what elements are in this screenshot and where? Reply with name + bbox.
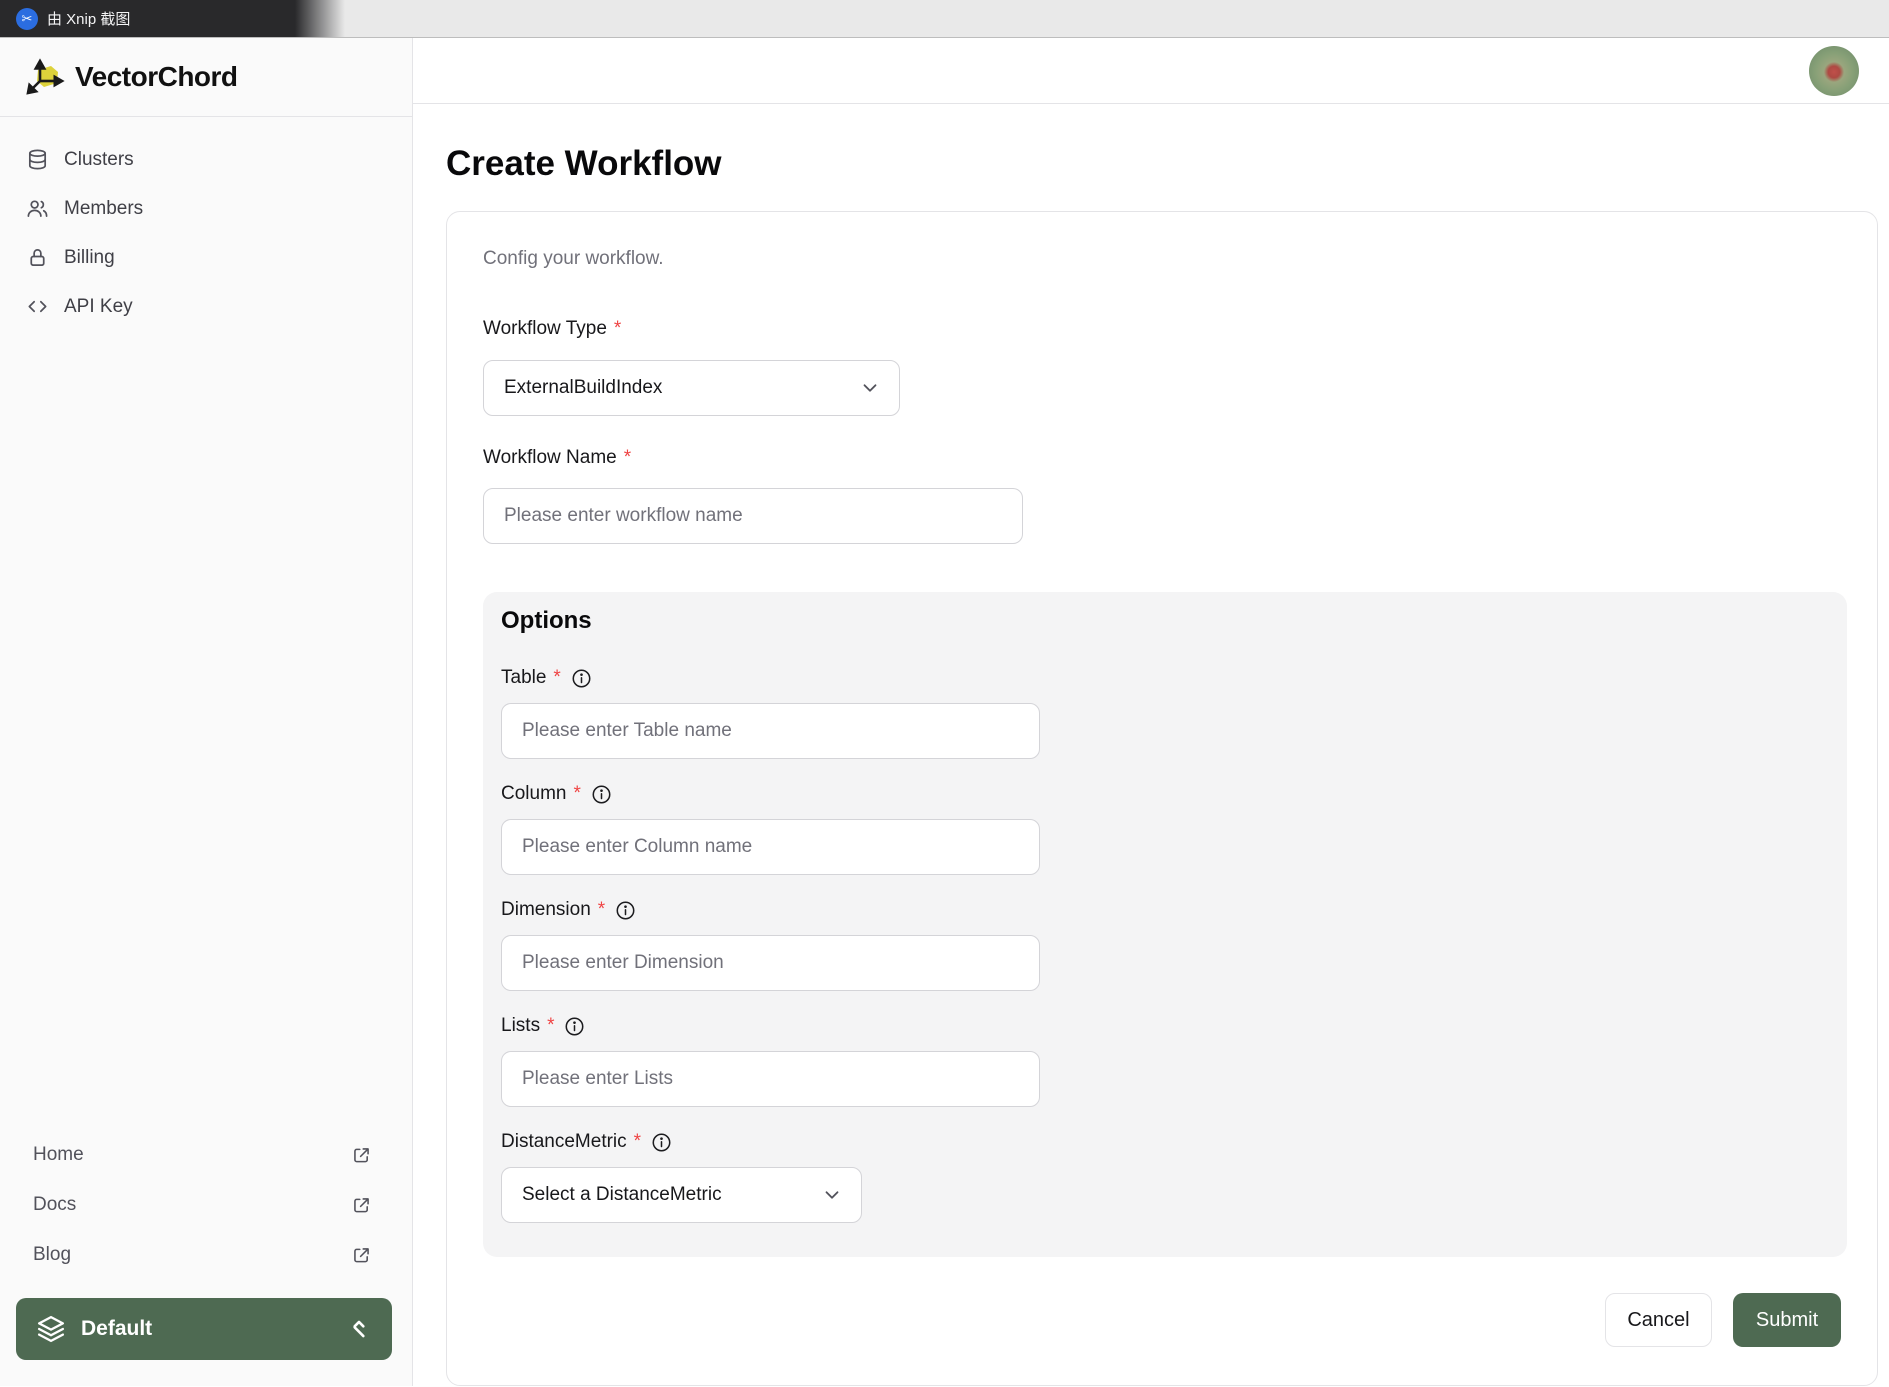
sidebar-item-label: Members [64, 197, 144, 219]
sidebar-item-billing[interactable]: Billing [0, 233, 412, 282]
distance-metric-label: DistanceMetric * [501, 1131, 1847, 1153]
dimension-input[interactable] [501, 935, 1040, 991]
macos-menubar: ✂ 由 Xnip 截图 [0, 0, 1889, 38]
lists-label: Lists * [501, 1015, 1847, 1037]
layers-icon [37, 1315, 65, 1343]
form-actions: Cancel Submit [483, 1293, 1841, 1347]
users-icon [27, 200, 48, 218]
sidebar-footer: Home Docs Blog Default [0, 1130, 412, 1386]
sidebar-nav: Clusters Members Billing API Key [0, 117, 412, 331]
info-icon[interactable] [591, 784, 612, 805]
card-description: Config your workflow. [483, 248, 664, 269]
column-field: Column * [501, 783, 1847, 875]
sidebar-item-label: Clusters [64, 148, 134, 170]
table-label: Table * [501, 667, 1847, 689]
info-icon[interactable] [651, 1132, 672, 1153]
required-mark: * [547, 1015, 555, 1036]
lock-icon [30, 249, 45, 267]
workflow-type-select[interactable]: ExternalBuildIndex [483, 360, 900, 416]
dimension-label: Dimension * [501, 899, 1847, 921]
top-header [413, 38, 1889, 104]
create-workflow-card: Config your workflow. Workflow Type * Ex… [446, 211, 1878, 1386]
workflow-type-value: ExternalBuildIndex [504, 377, 663, 398]
sidebar-link-label: Blog [33, 1244, 72, 1265]
external-link-icon [354, 1247, 369, 1262]
project-name: Default [81, 1317, 153, 1340]
info-icon[interactable] [615, 900, 636, 921]
database-icon [28, 149, 47, 170]
column-label: Column * [501, 783, 1847, 805]
workflow-type-label: Workflow Type * [483, 318, 622, 339]
project-switcher-button[interactable]: Default [16, 1298, 392, 1360]
sidebar-link-label: Home [33, 1144, 84, 1165]
menubar-app-label: 由 Xnip 截图 [47, 11, 131, 28]
lists-input[interactable] [501, 1051, 1040, 1107]
user-avatar[interactable] [1809, 45, 1859, 96]
info-icon[interactable] [564, 1016, 585, 1037]
project-switcher-left: Default [36, 1314, 152, 1344]
submit-button[interactable]: Submit [1733, 1293, 1841, 1347]
page-content: Create Workflow Config your workflow. Wo… [413, 104, 1889, 1386]
page-title: Create Workflow [446, 144, 722, 183]
distance-metric-field: DistanceMetric * Select a DistanceMetric [501, 1131, 1847, 1223]
required-mark: * [633, 1131, 642, 1152]
required-mark: * [597, 899, 606, 920]
cancel-button[interactable]: Cancel [1605, 1293, 1712, 1347]
sidebar-link-docs[interactable]: Docs [0, 1180, 412, 1230]
scissors-icon: ✂ [21, 11, 33, 26]
distance-metric-placeholder: Select a DistanceMetric [522, 1184, 722, 1205]
sidebar-item-members[interactable]: Members [0, 184, 412, 233]
lists-field: Lists * [501, 1015, 1847, 1107]
workflow-type-field: Workflow Type * ExternalBuildIndex [483, 318, 1841, 416]
sidebar-item-clusters[interactable]: Clusters [0, 135, 412, 184]
workflow-name-input[interactable] [483, 488, 1023, 544]
table-input[interactable] [501, 703, 1040, 759]
sidebar-item-label: API Key [64, 295, 133, 317]
options-heading: Options [501, 607, 592, 634]
required-mark: * [553, 667, 561, 688]
column-input[interactable] [501, 819, 1040, 875]
brand-name: VectorChord [75, 61, 238, 92]
external-link-icon [354, 1147, 369, 1162]
workflow-name-field: Workflow Name * [483, 447, 1841, 544]
sidebar-item-api-key[interactable]: API Key [0, 282, 412, 331]
dimension-field: Dimension * [501, 899, 1847, 991]
sidebar-item-label: Billing [64, 246, 115, 268]
brand-header[interactable]: VectorChord [0, 38, 412, 117]
distance-metric-select[interactable]: Select a DistanceMetric [501, 1167, 862, 1223]
chevron-down-icon [859, 377, 881, 399]
xnip-app-icon[interactable]: ✂ [16, 7, 38, 30]
code-icon [28, 300, 47, 313]
vectorchord-logo-icon [26, 58, 65, 95]
sidebar: VectorChord Clusters Members Billing API… [0, 38, 413, 1386]
sidebar-link-label: Docs [33, 1194, 77, 1215]
info-icon[interactable] [571, 668, 592, 689]
main-area: Create Workflow Config your workflow. Wo… [413, 38, 1889, 1386]
required-mark: * [623, 447, 632, 468]
workflow-name-label: Workflow Name * [483, 447, 632, 468]
chevron-down-icon [821, 1184, 843, 1206]
sidebar-link-blog[interactable]: Blog [0, 1230, 412, 1280]
required-mark: * [573, 783, 581, 804]
options-panel: Options Table * Column [483, 592, 1847, 1257]
external-link-icon [354, 1197, 369, 1212]
app-frame: VectorChord Clusters Members Billing API… [0, 38, 1889, 1386]
chevrons-up-down-icon [353, 1320, 365, 1338]
required-mark: * [613, 318, 622, 339]
sidebar-link-home[interactable]: Home [0, 1130, 412, 1180]
table-field: Table * [501, 667, 1847, 759]
